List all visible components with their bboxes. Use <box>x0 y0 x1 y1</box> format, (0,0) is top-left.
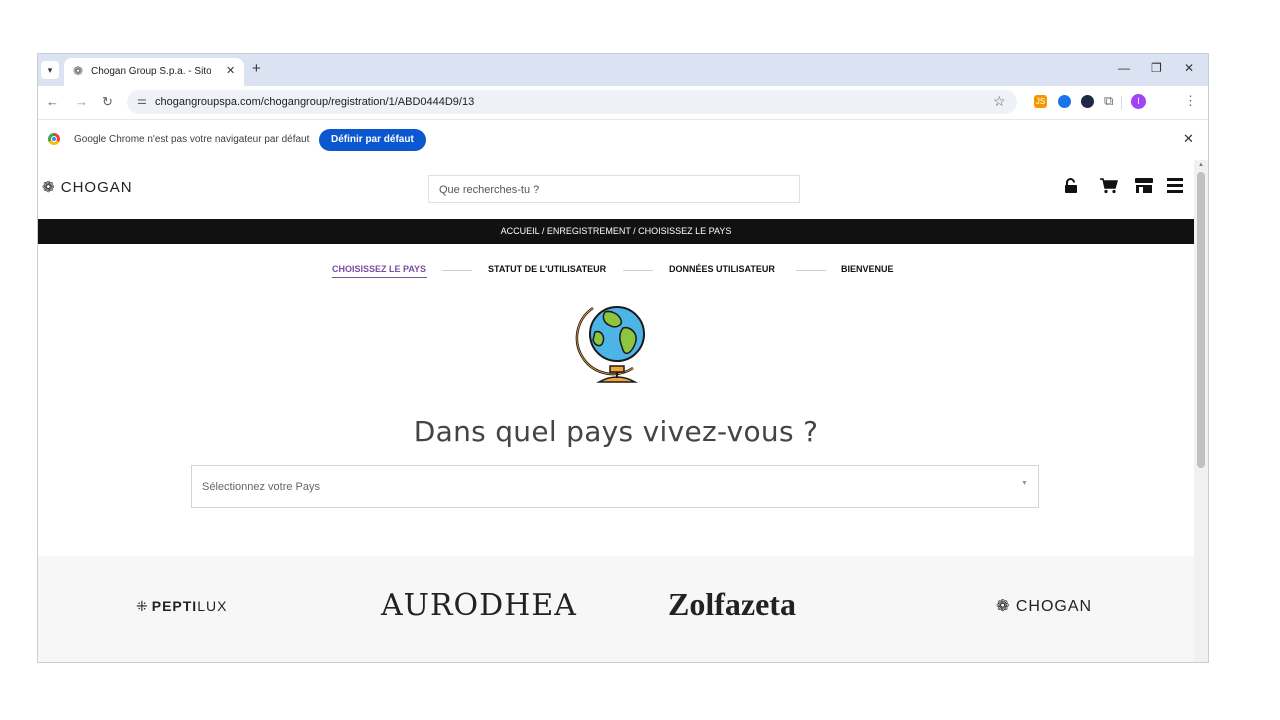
step-user-status[interactable]: STATUT DE L'UTILISATEUR <box>488 264 606 274</box>
tune-icon[interactable]: ⚌ <box>137 94 147 107</box>
web-page: ❁ CHOGAN Que recherches-tu ? ACCUEIL / E… <box>38 160 1194 662</box>
site-logo[interactable]: ❁ CHOGAN <box>42 178 133 196</box>
scroll-up-icon[interactable]: ▲ <box>1198 162 1204 168</box>
chogan-flower-icon: ❁ <box>42 179 56 196</box>
cart-icon[interactable] <box>1100 178 1118 194</box>
scroll-thumb[interactable] <box>1197 172 1205 468</box>
arrow-left-icon[interactable]: ← <box>46 94 59 109</box>
search-input[interactable]: Que recherches-tu ? <box>428 175 800 203</box>
reload-icon[interactable]: ↻ <box>102 94 113 110</box>
js-extension-icon[interactable]: JS <box>1034 95 1047 108</box>
close-icon[interactable]: ✕ <box>1183 131 1194 147</box>
browser-window: ▾ ❁ Chogan Group S.p.a. - Sito uffic ✕ +… <box>37 53 1209 663</box>
restore-icon[interactable]: ❐ <box>1151 61 1162 75</box>
country-select-placeholder: Sélectionnez votre Pays <box>202 481 321 493</box>
toolbar-divider <box>1121 96 1122 110</box>
chevron-down-icon[interactable]: ▼ <box>1021 480 1028 487</box>
step-user-data[interactable]: DONNÉES UTILISATEUR <box>669 264 775 274</box>
arrow-right-icon[interactable]: → <box>75 94 88 109</box>
country-select[interactable]: Sélectionnez votre Pays ▼ <box>191 465 1039 508</box>
close-icon[interactable]: ✕ <box>226 64 235 77</box>
lock-open-icon[interactable] <box>1064 178 1078 194</box>
step-welcome[interactable]: BIENVENUE <box>841 264 894 274</box>
vpn-extension-icon[interactable] <box>1058 95 1071 108</box>
step-connector <box>442 270 472 271</box>
globe-icon <box>575 306 645 383</box>
chogan-flower-icon: ❁ <box>73 64 84 78</box>
minimize-icon[interactable]: — <box>1118 61 1130 75</box>
address-bar[interactable]: ⚌ chogangroupspa.com/chogangroup/registr… <box>127 90 1017 114</box>
set-default-button[interactable]: Définir par défaut <box>319 129 426 151</box>
country-question: Dans quel pays vivez-vous ? <box>413 415 819 448</box>
browser-tab[interactable]: ❁ Chogan Group S.p.a. - Sito uffic ✕ <box>64 58 244 86</box>
close-icon[interactable]: ✕ <box>1184 61 1194 75</box>
active-step-underline <box>332 277 427 278</box>
puzzle-icon[interactable]: ⧉ <box>1104 93 1113 109</box>
chrome-logo-icon <box>48 133 60 145</box>
store-icon[interactable] <box>1134 178 1154 194</box>
tab-strip: ▾ ❁ Chogan Group S.p.a. - Sito uffic ✕ +… <box>38 54 1208 86</box>
brand-aurodhea[interactable]: AURODHEA <box>381 588 577 623</box>
step-connector <box>623 270 653 271</box>
brand-chogan[interactable]: ❁ CHOGAN <box>996 596 1092 616</box>
brand-logos: ⁜ PEPTILUX AURODHEA Zolfazeta ❁ CHOGAN <box>38 556 1194 662</box>
page-scrollbar[interactable]: ▲ <box>1194 160 1208 662</box>
infobar-message: Google Chrome n'est pas votre navigateur… <box>74 134 310 145</box>
star-icon[interactable]: ☆ <box>993 93 1006 110</box>
logo-text: CHOGAN <box>60 179 133 196</box>
tab-title: Chogan Group S.p.a. - Sito uffic <box>91 66 211 77</box>
brand-peptilux[interactable]: ⁜ PEPTILUX <box>136 598 227 615</box>
default-browser-infobar: Google Chrome n'est pas votre navigateur… <box>38 119 1208 161</box>
menu-icon[interactable] <box>1167 178 1183 193</box>
chevron-down-icon[interactable]: ▾ <box>41 61 59 79</box>
plus-icon[interactable]: + <box>252 60 261 77</box>
step-choose-country[interactable]: CHOISISSEZ LE PAYS <box>332 264 426 274</box>
avatar[interactable]: I <box>1131 94 1146 109</box>
brand-zolfazeta[interactable]: Zolfazeta <box>668 586 796 623</box>
kebab-icon[interactable]: ⋮ <box>1184 93 1197 109</box>
shield-extension-icon[interactable] <box>1081 95 1094 108</box>
peptilux-dots-icon: ⁜ <box>136 598 148 614</box>
registration-steps: CHOISISSEZ LE PAYS STATUT DE L'UTILISATE… <box>38 264 1194 280</box>
chogan-flower-icon: ❁ <box>996 598 1011 615</box>
browser-toolbar: ← → ↻ ⚌ chogangroupspa.com/chogangroup/r… <box>38 86 1208 119</box>
breadcrumb: ACCUEIL / ENREGISTREMENT / CHOISISSEZ LE… <box>38 219 1194 244</box>
search-placeholder: Que recherches-tu ? <box>439 184 540 196</box>
url-text[interactable]: chogangroupspa.com/chogangroup/registrat… <box>155 96 474 108</box>
step-connector <box>796 270 826 271</box>
